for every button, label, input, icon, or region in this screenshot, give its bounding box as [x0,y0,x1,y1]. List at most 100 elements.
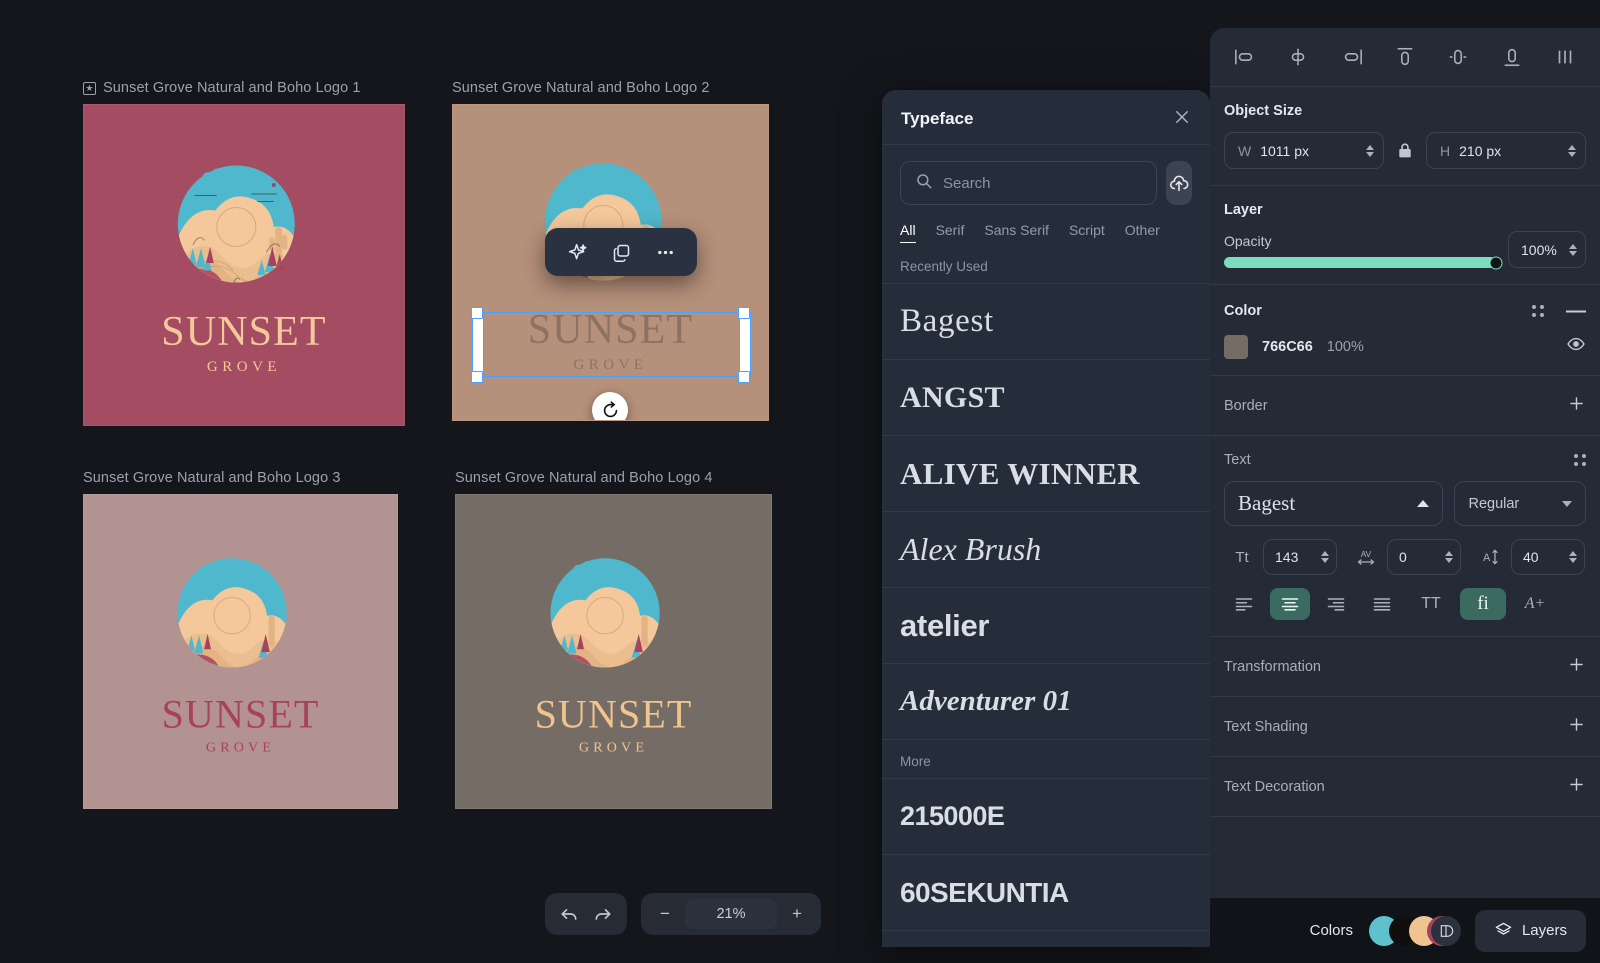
color-drag-handle-icon[interactable] [1532,305,1544,317]
logo-card-4[interactable]: Sunset Grove Natural and Boho Logo 4 SUN… [455,470,772,809]
logo-card-1[interactable]: ★ Sunset Grove Natural and Boho Logo 1 S… [83,80,405,426]
color-collapse-icon[interactable]: — [1566,301,1586,321]
color-entry-row[interactable]: 766C66 100% [1224,334,1586,359]
add-text-decoration-icon[interactable] [1567,775,1586,798]
logo-card-3[interactable]: Sunset Grove Natural and Boho Logo 3 SUN… [83,470,398,809]
layer-section: Layer Opacity 100% [1210,186,1600,285]
line-height-control[interactable]: A 40 [1472,538,1586,576]
width-stepper[interactable] [1366,144,1374,157]
color-swatch[interactable] [1224,334,1248,359]
line-height-stepper[interactable] [1569,551,1577,563]
logo-card-4-artboard[interactable]: SUNSET GROVE [455,494,772,809]
opacity-slider-knob[interactable] [1489,256,1503,269]
logo-card-2-label: Sunset Grove Natural and Boho Logo 2 [452,80,710,96]
align-top-icon[interactable] [1388,42,1422,72]
tab-serif[interactable]: Serif [936,222,965,243]
selection-corner-br[interactable] [738,371,750,383]
zoom-level-value[interactable]: 21% [685,899,777,929]
distribute-horizontal-icon[interactable] [1548,42,1582,72]
zoom-in-button[interactable]: + [780,899,814,929]
search-field[interactable] [900,161,1157,205]
inspector-panel[interactable]: Object Size W 1011 px H 210 px Layer Opa… [1210,28,1600,898]
tab-all[interactable]: All [900,222,916,243]
tab-other[interactable]: Other [1125,222,1160,243]
font-list[interactable]: Bagest ANGST ALIVE WINNER Alex Brush ate… [882,283,1210,947]
floating-toolbar[interactable] [545,228,697,276]
eye-icon[interactable] [1566,334,1586,359]
typeface-panel[interactable]: Typeface Search All Serif Sans Serif Scr… [882,90,1210,947]
duplicate-icon[interactable] [602,237,640,267]
text-drag-handle-icon[interactable] [1574,454,1586,466]
logo-card-3-artboard[interactable]: SUNSET GROVE [83,494,398,809]
tab-sans-serif[interactable]: Sans Serif [984,222,1049,243]
align-bottom-icon[interactable] [1495,42,1529,72]
logo-card-2[interactable]: Sunset Grove Natural and Boho Logo 2 SUN… [452,80,769,421]
opacity-row: Opacity 100% [1224,231,1586,269]
opacity-stepper[interactable] [1569,243,1577,256]
add-transformation-icon[interactable] [1567,655,1586,678]
tab-script[interactable]: Script [1069,222,1105,243]
text-align-left-icon[interactable] [1224,588,1264,620]
text-align-center-icon[interactable] [1270,588,1310,620]
rotate-handle[interactable] [592,392,628,420]
redo-icon[interactable] [586,899,620,929]
lock-aspect-ratio-icon[interactable] [1396,141,1414,160]
selection-corner-bl[interactable] [471,371,483,383]
close-icon[interactable] [1173,108,1191,129]
align-right-icon[interactable] [1335,42,1369,72]
align-center-horizontal-icon[interactable] [1281,42,1315,72]
text-align-justify-icon[interactable] [1362,588,1402,620]
height-field[interactable]: H 210 px [1426,132,1586,169]
upload-font-button[interactable] [1166,161,1192,205]
text-decoration-section[interactable]: Text Decoration [1210,757,1600,817]
font-family-select[interactable]: Bagest [1224,481,1444,526]
undo-icon[interactable] [552,899,586,929]
font-weight-select[interactable]: Regular [1454,481,1586,526]
logo-card-1-label: ★ Sunset Grove Natural and Boho Logo 1 [83,80,405,96]
ligature-icon[interactable]: fi [1460,588,1506,620]
more-options-icon[interactable] [646,237,684,267]
text-align-right-icon[interactable] [1316,588,1356,620]
font-size-stepper[interactable] [1321,551,1329,563]
logo-card-1-artboard[interactable]: SUNSET GROVE [83,104,405,426]
align-left-icon[interactable] [1228,42,1262,72]
height-stepper[interactable] [1568,144,1576,157]
logo-card-2-artboard[interactable]: SUNSET GROVE [452,104,769,421]
font-item-alex-brush[interactable]: Alex Brush [882,511,1210,587]
border-section[interactable]: Border [1210,376,1600,436]
search-input[interactable] [943,174,1142,192]
selection-handle-left[interactable] [472,311,484,378]
palette-icon[interactable] [1430,915,1461,946]
letter-spacing-control[interactable]: AV 0 [1348,538,1462,576]
font-item-alive-winner[interactable]: ALIVE WINNER [882,435,1210,511]
font-select-row: Bagest Regular [1224,481,1586,526]
text-shading-section[interactable]: Text Shading [1210,697,1600,757]
more-typography-icon[interactable]: A+ [1512,588,1558,620]
add-text-shading-icon[interactable] [1567,715,1586,738]
zoom-out-button[interactable]: − [648,899,682,929]
font-size-control[interactable]: Tt 143 [1224,538,1338,576]
font-item-adventurer-01[interactable]: Adventurer 01 [882,663,1210,739]
font-item-215000e[interactable]: 215000E [882,778,1210,854]
selection-handle-right[interactable] [739,311,751,378]
svg-text:A: A [1483,552,1491,564]
letter-spacing-stepper[interactable] [1445,551,1453,563]
palette-swatches[interactable] [1368,915,1461,946]
font-item-60sekuntia[interactable]: 60SEKUNTIA [882,854,1210,930]
font-item-bagest[interactable]: Bagest [882,283,1210,359]
width-field[interactable]: W 1011 px [1224,132,1384,169]
ai-sparkle-icon[interactable] [558,237,596,267]
font-item-atelier[interactable]: atelier [882,587,1210,663]
uppercase-icon[interactable]: TT [1408,588,1454,620]
bottom-dock: Colors Layers [1210,898,1600,963]
transformation-section[interactable]: Transformation [1210,637,1600,697]
opacity-slider[interactable] [1224,256,1503,269]
add-border-icon[interactable] [1567,394,1586,417]
selection-bounding-box[interactable] [473,312,750,377]
layers-button[interactable]: Layers [1474,909,1586,952]
font-item-angst[interactable]: ANGST [882,359,1210,435]
align-middle-vertical-icon[interactable] [1441,42,1475,72]
selection-corner-tr[interactable] [738,307,750,319]
selection-corner-tl[interactable] [471,307,483,319]
opacity-value-field[interactable]: 100% [1508,231,1586,268]
